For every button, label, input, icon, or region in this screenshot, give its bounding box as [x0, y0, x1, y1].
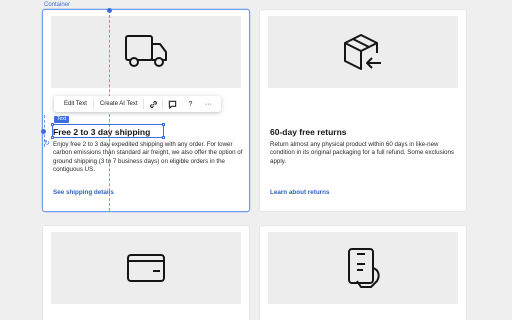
card-title: 60-day free returns — [270, 127, 347, 137]
floating-toolbar: Edit Text Create AI Text ? ··· — [54, 96, 222, 112]
returns-card[interactable]: 60-day free returns Return almost any ph… — [260, 10, 466, 211]
rotate-icon[interactable]: ↻ — [44, 139, 50, 147]
more-icon[interactable]: ··· — [201, 97, 215, 111]
resize-handle-top[interactable] — [107, 8, 112, 13]
text-element-tag: Text — [54, 116, 70, 123]
container-label: Container — [44, 2, 71, 8]
shipping-image — [51, 16, 241, 88]
selection-handle[interactable] — [51, 123, 54, 126]
card-body: Enjoy free 2 to 3 day expedited shipping… — [53, 141, 243, 174]
wallet-icon — [127, 254, 165, 282]
toolbar-divider — [162, 99, 164, 109]
toolbar-divider — [143, 99, 145, 109]
returns-link[interactable]: Learn about returns — [270, 189, 329, 196]
help-icon[interactable]: ? — [183, 97, 197, 111]
edit-text-button[interactable]: Edit Text — [58, 101, 93, 107]
payment-card[interactable] — [43, 226, 249, 320]
returns-image — [268, 16, 458, 88]
resize-handle-left[interactable] — [41, 129, 46, 134]
shipping-details-link[interactable]: See shipping details — [53, 189, 114, 196]
link-icon[interactable] — [146, 97, 160, 111]
selection-handle[interactable] — [162, 136, 165, 139]
financing-card[interactable] — [260, 226, 466, 320]
create-ai-text-button[interactable]: Create AI Text — [94, 101, 144, 107]
hand-payment-image — [268, 232, 458, 304]
selection-handle[interactable] — [162, 123, 165, 126]
card-body: Return almost any physical product withi… — [270, 141, 455, 165]
comment-icon[interactable] — [165, 97, 179, 111]
box-return-icon — [344, 34, 381, 70]
wallet-image — [51, 232, 241, 304]
truck-icon — [125, 35, 167, 67]
selection-handle[interactable] — [51, 136, 54, 139]
hand-payment-icon — [348, 248, 380, 288]
text-selection-box[interactable] — [51, 123, 165, 139]
